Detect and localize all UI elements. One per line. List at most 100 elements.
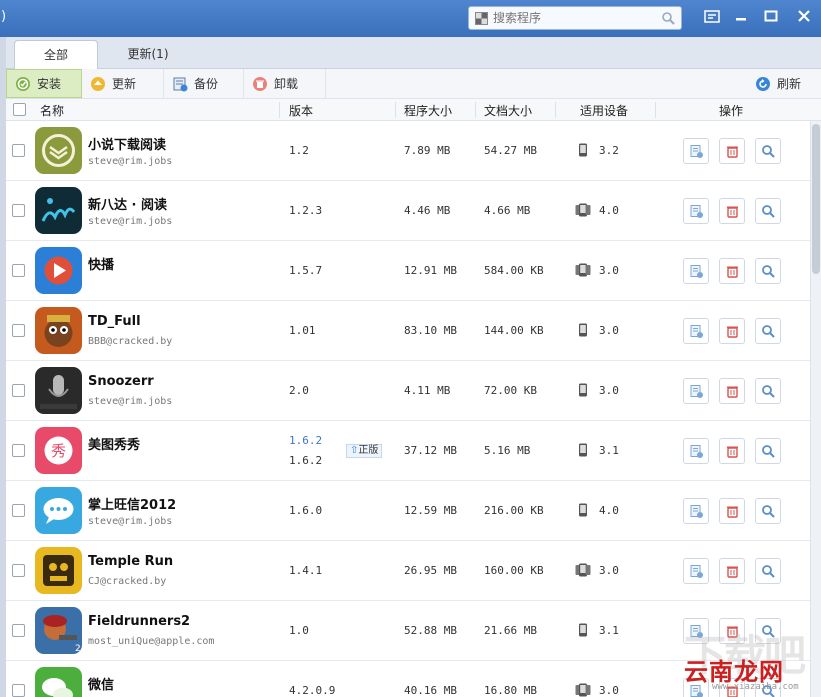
update-button[interactable]: 更新 bbox=[82, 69, 164, 98]
tab-all[interactable]: 全部 bbox=[14, 40, 98, 69]
table-row[interactable]: TD_Full BBB@cracked.by 1.01 83.10 MB 144.00 … bbox=[6, 301, 810, 361]
title-fragment: ) bbox=[1, 9, 7, 24]
maximize-icon bbox=[764, 10, 778, 22]
minimize-button[interactable] bbox=[727, 4, 755, 28]
update-label: 更新 bbox=[112, 77, 137, 91]
row-checkbox[interactable] bbox=[12, 204, 25, 217]
delete-app-button[interactable] bbox=[719, 378, 745, 404]
backup-app-button[interactable] bbox=[683, 198, 709, 224]
delete-app-button[interactable] bbox=[719, 498, 745, 524]
backup-app-button[interactable] bbox=[683, 258, 709, 284]
row-checkbox[interactable] bbox=[12, 684, 25, 697]
view-app-button[interactable] bbox=[755, 558, 781, 584]
genuine-badge[interactable]: ⇧正版 bbox=[346, 444, 383, 458]
select-all-checkbox[interactable] bbox=[13, 103, 26, 116]
table-row[interactable]: 快播 1.5.7 12.91 MB 584.00 KB 3.0 bbox=[6, 241, 810, 301]
refresh-button[interactable]: 刷新 bbox=[755, 69, 801, 98]
backup-button[interactable]: 备份 bbox=[164, 69, 244, 98]
book-icon bbox=[35, 127, 82, 174]
menu-button[interactable] bbox=[698, 4, 726, 28]
view-app-button[interactable] bbox=[755, 378, 781, 404]
app-author: most_uniQue@apple.com bbox=[88, 636, 215, 647]
delete-app-button[interactable] bbox=[719, 438, 745, 464]
delete-app-button[interactable] bbox=[719, 558, 745, 584]
row-checkbox[interactable] bbox=[12, 324, 25, 337]
app-author: BBB@cracked.by bbox=[88, 336, 173, 347]
phone-icon bbox=[578, 323, 588, 340]
view-app-button[interactable] bbox=[755, 198, 781, 224]
refresh-icon bbox=[755, 76, 770, 91]
meitu-icon: 秀 bbox=[35, 427, 82, 474]
uninstall-button[interactable]: 卸载 bbox=[244, 69, 326, 98]
col-version[interactable]: 版本 bbox=[289, 102, 313, 119]
app-version-new[interactable]: 1.6.2 bbox=[289, 434, 322, 447]
maximize-button[interactable] bbox=[757, 4, 785, 28]
app-name: Temple Run bbox=[88, 554, 174, 569]
view-app-button[interactable] bbox=[755, 258, 781, 284]
row-checkbox[interactable] bbox=[12, 624, 25, 637]
table-row[interactable]: 小说下载阅读 steve@rim.jobs 1.2 7.89 MB 54.27 MB 3.… bbox=[6, 121, 810, 181]
row-checkbox[interactable] bbox=[12, 564, 25, 577]
phone-icon bbox=[578, 143, 588, 160]
col-name[interactable]: 名称 bbox=[40, 102, 64, 119]
search-input[interactable] bbox=[493, 10, 653, 26]
delete-app-button[interactable] bbox=[719, 318, 745, 344]
app-name: 快播 bbox=[88, 258, 115, 273]
doc-size: 16.80 MB bbox=[484, 684, 537, 697]
backup-app-button[interactable] bbox=[683, 498, 709, 524]
scrollbar-thumb[interactable] bbox=[812, 124, 820, 274]
app-size: 37.12 MB bbox=[404, 444, 457, 457]
close-button[interactable] bbox=[790, 4, 818, 28]
col-doc-size[interactable]: 文档大小 bbox=[484, 102, 532, 119]
row-checkbox[interactable] bbox=[12, 144, 25, 157]
search-box[interactable] bbox=[468, 6, 682, 30]
row-checkbox[interactable] bbox=[12, 504, 25, 517]
backup-app-button[interactable] bbox=[683, 558, 709, 584]
app-size: 52.88 MB bbox=[404, 624, 457, 637]
tab-updates[interactable]: 更新(1) bbox=[108, 40, 188, 69]
install-button[interactable]: 安装 bbox=[6, 69, 82, 98]
wechat-icon bbox=[35, 667, 82, 697]
backup-app-button[interactable] bbox=[683, 318, 709, 344]
install-icon bbox=[16, 76, 30, 91]
backup-app-button[interactable] bbox=[683, 138, 709, 164]
row-checkbox[interactable] bbox=[12, 444, 25, 457]
multi-device-icon bbox=[575, 683, 591, 697]
app-author: CJ@cracked.by bbox=[88, 576, 167, 587]
app-version: 4.2.0.9 bbox=[289, 684, 336, 697]
row-checkbox[interactable] bbox=[12, 264, 25, 277]
view-app-button[interactable] bbox=[755, 498, 781, 524]
multi-device-icon bbox=[575, 563, 591, 580]
vertical-scrollbar[interactable] bbox=[810, 121, 821, 697]
table-row[interactable]: 秀 美图秀秀 1.6.2 1.6.2 ⇧正版 37.12 MB 5.16 MB 3.1 bbox=[6, 421, 810, 481]
view-app-button[interactable] bbox=[755, 138, 781, 164]
doc-size: 160.00 KB bbox=[484, 564, 544, 577]
row-checkbox[interactable] bbox=[12, 384, 25, 397]
app-name: 掌上旺信2012 bbox=[88, 498, 177, 513]
col-app-size[interactable]: 程序大小 bbox=[404, 102, 452, 119]
table-row[interactable]: 掌上旺信2012 steve@rim.jobs 1.6.0 12.59 MB 216.0… bbox=[6, 481, 810, 541]
col-device[interactable]: 适用设备 bbox=[580, 102, 628, 119]
qr-code-icon[interactable] bbox=[475, 12, 488, 25]
search-icon[interactable] bbox=[662, 12, 675, 25]
view-app-button[interactable] bbox=[755, 438, 781, 464]
table-row[interactable]: Snoozerr steve@rim.jobs 2.0 4.11 MB 72.00 KB… bbox=[6, 361, 810, 421]
delete-app-button[interactable] bbox=[719, 258, 745, 284]
col-separator bbox=[279, 102, 280, 118]
backup-app-button[interactable] bbox=[683, 438, 709, 464]
app-size: 12.59 MB bbox=[404, 504, 457, 517]
app-size: 4.46 MB bbox=[404, 204, 451, 217]
view-app-button[interactable] bbox=[755, 318, 781, 344]
multi-device-icon bbox=[575, 203, 591, 220]
table-row[interactable]: 新八达 · 阅读 steve@rim.jobs 1.2.3 4.46 MB 4.66 M… bbox=[6, 181, 810, 241]
device-version: 3.0 bbox=[599, 564, 619, 577]
uninstall-label: 卸载 bbox=[274, 77, 299, 91]
app-name: 小说下载阅读 bbox=[88, 138, 167, 153]
delete-app-button[interactable] bbox=[719, 198, 745, 224]
tab-bar: 全部 更新(1) bbox=[0, 37, 821, 69]
backup-app-button[interactable] bbox=[683, 378, 709, 404]
phone-icon bbox=[578, 503, 588, 520]
chat-bubble-icon bbox=[35, 487, 82, 534]
table-row[interactable]: Temple Run CJ@cracked.by 1.4.1 26.95 MB 160.… bbox=[6, 541, 810, 601]
delete-app-button[interactable] bbox=[719, 138, 745, 164]
